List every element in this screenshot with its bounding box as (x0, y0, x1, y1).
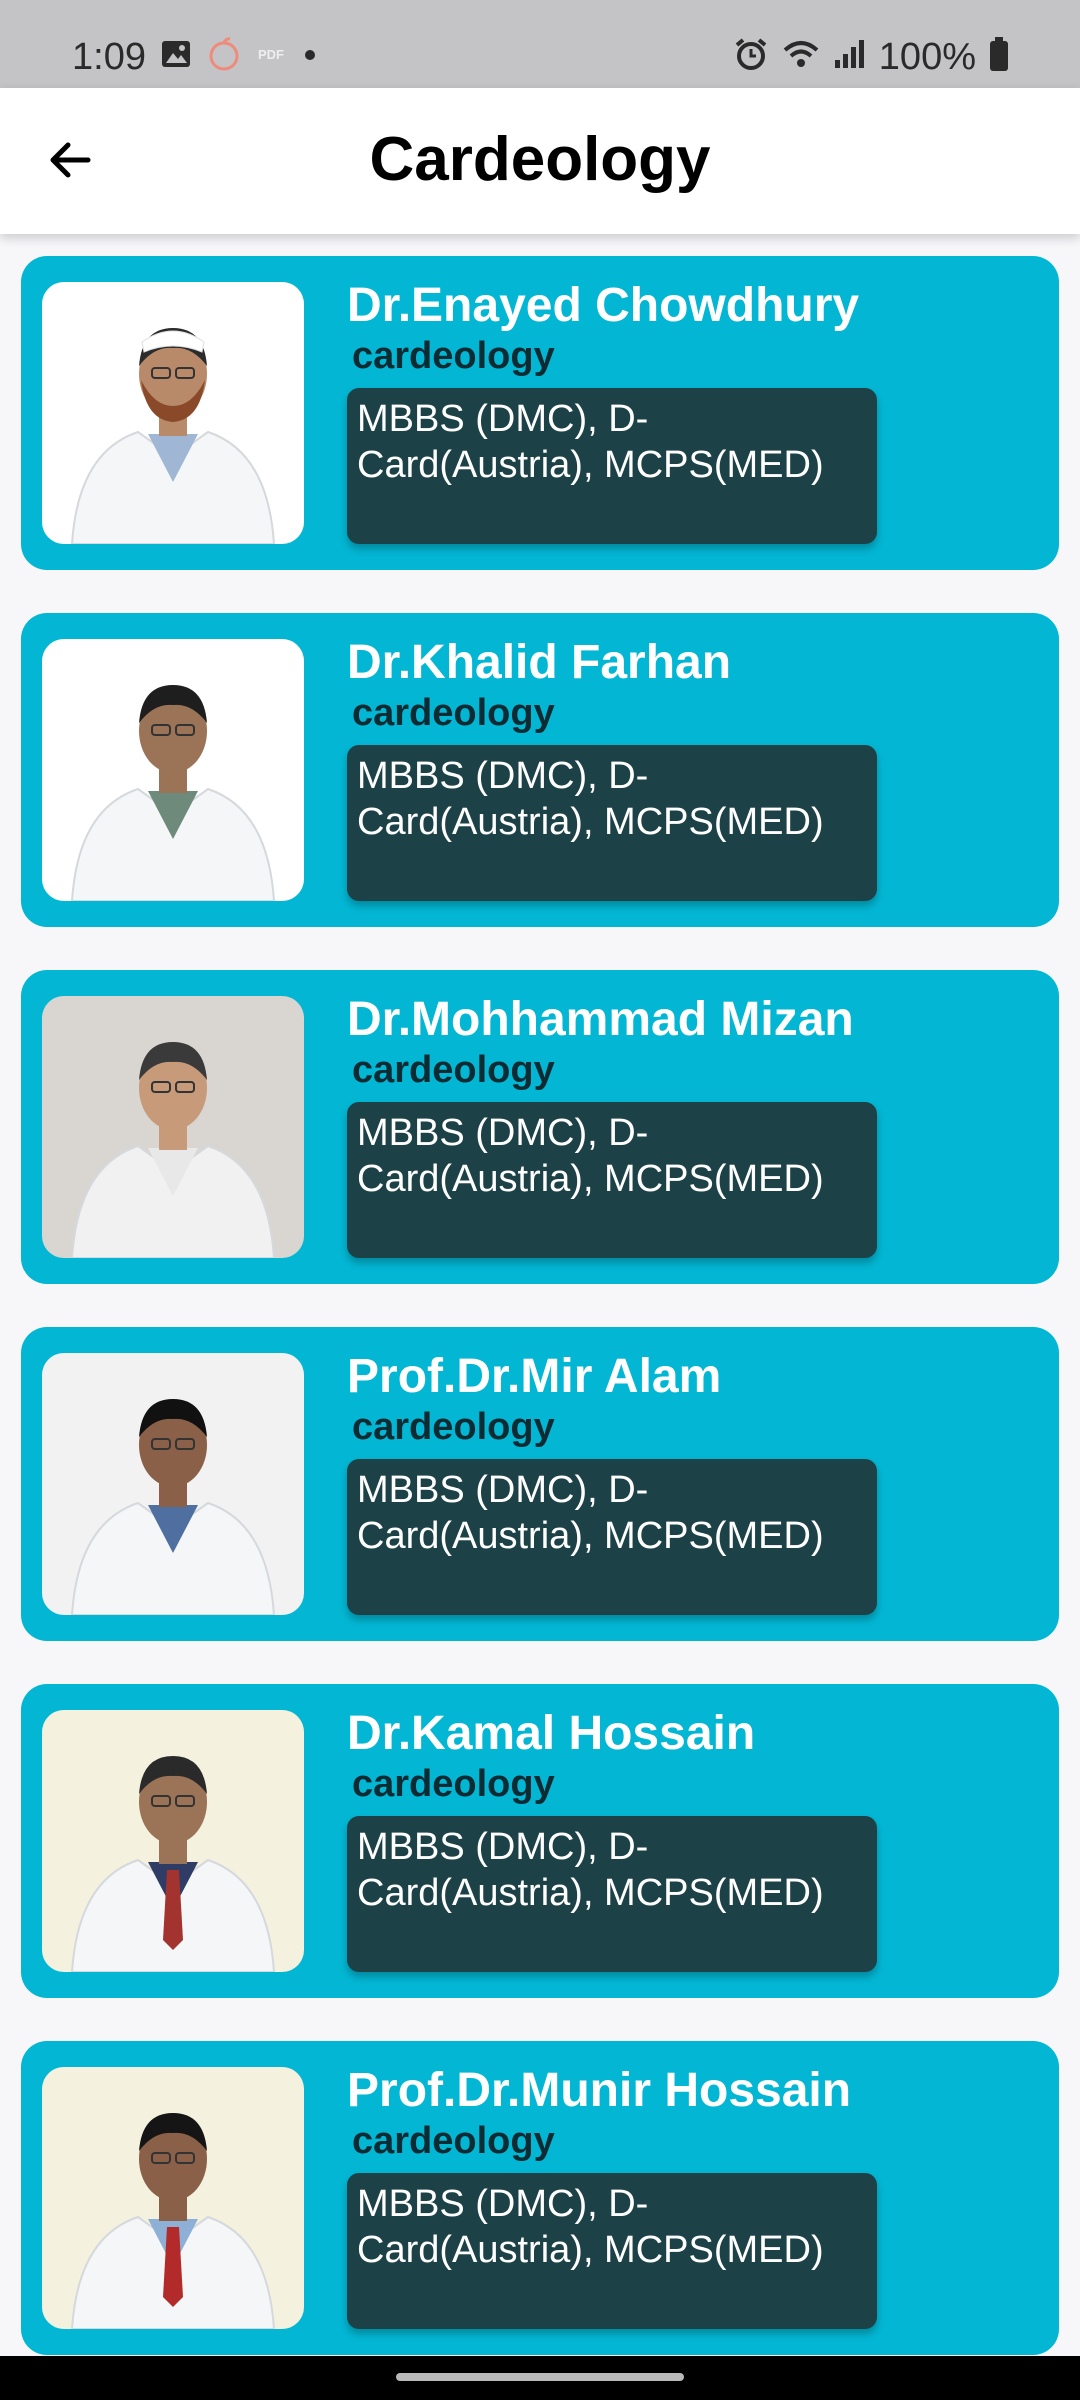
doctor-department: cardeology (352, 2120, 555, 2162)
app-bar: Cardeology (0, 88, 1080, 234)
svg-text:PDF: PDF (258, 47, 284, 62)
doctor-qualification: MBBS (DMC), D-Card(Austria), MCPS(MED) (347, 2173, 877, 2329)
doctor-name: Prof.Dr.Munir Hossain (347, 2064, 852, 2117)
battery-icon (988, 36, 1010, 77)
signal-icon (833, 38, 867, 75)
dot-icon (304, 48, 316, 66)
status-left-icons: PDF (160, 36, 316, 77)
doctor-card[interactable]: Dr.Kamal Hossain cardeology MBBS (DMC), D-… (21, 1684, 1059, 1998)
status-right: 100% (733, 36, 1010, 77)
alarm-icon (733, 36, 769, 77)
home-indicator[interactable] (396, 2373, 684, 2381)
doctor-qualification: MBBS (DMC), D-Card(Austria), MCPS(MED) (347, 388, 877, 544)
doctor-card[interactable]: Dr.Enayed Chowdhury cardeology MBBS (DMC),… (21, 256, 1059, 570)
battery-percentage: 100% (878, 35, 976, 78)
doctor-department: cardeology (352, 1763, 555, 1805)
doctor-card[interactable]: Prof.Dr.Mir Alam cardeology MBBS (DMC), D-… (21, 1327, 1059, 1641)
status-bar: 1:09 PDF 100% (0, 0, 1080, 88)
doctor-photo (42, 1710, 304, 1972)
doctor-department: cardeology (352, 1049, 555, 1091)
navigation-bar (0, 2356, 1080, 2400)
doctor-photo (42, 639, 304, 901)
doctor-department: cardeology (352, 1406, 555, 1448)
doctor-card[interactable]: Dr.Mohhammad Mizan cardeology MBBS (DMC), … (21, 970, 1059, 1284)
page-title: Cardeology (369, 125, 711, 194)
gallery-icon (160, 38, 192, 75)
wifi-icon (781, 36, 821, 77)
doctor-department: cardeology (352, 692, 555, 734)
doctor-list[interactable]: Dr.Enayed Chowdhury cardeology MBBS (DMC),… (0, 234, 1080, 2356)
doctor-photo (42, 282, 304, 544)
pdf-icon: PDF (256, 44, 290, 69)
doctor-photo (42, 1353, 304, 1615)
doctor-name: Dr.Kamal Hossain (347, 1707, 756, 1760)
doctor-name: Prof.Dr.Mir Alam (347, 1350, 722, 1403)
doctor-card[interactable]: Prof.Dr.Munir Hossain cardeology MBBS (DMC… (21, 2041, 1059, 2355)
doctor-qualification: MBBS (DMC), D-Card(Austria), MCPS(MED) (347, 1102, 877, 1258)
doctor-card[interactable]: Dr.Khalid Farhan cardeology MBBS (DMC), D-… (21, 613, 1059, 927)
doctor-name: Dr.Enayed Chowdhury (347, 279, 860, 332)
doctor-name: Dr.Khalid Farhan (347, 636, 732, 689)
doctor-qualification: MBBS (DMC), D-Card(Austria), MCPS(MED) (347, 1816, 877, 1972)
doctor-department: cardeology (352, 335, 555, 377)
app-icon (206, 36, 242, 77)
doctor-qualification: MBBS (DMC), D-Card(Austria), MCPS(MED) (347, 1459, 877, 1615)
doctor-name: Dr.Mohhammad Mizan (347, 993, 854, 1046)
doctor-photo (42, 2067, 304, 2329)
doctor-photo (42, 996, 304, 1258)
status-time: 1:09 (72, 36, 146, 78)
doctor-qualification: MBBS (DMC), D-Card(Austria), MCPS(MED) (347, 745, 877, 901)
